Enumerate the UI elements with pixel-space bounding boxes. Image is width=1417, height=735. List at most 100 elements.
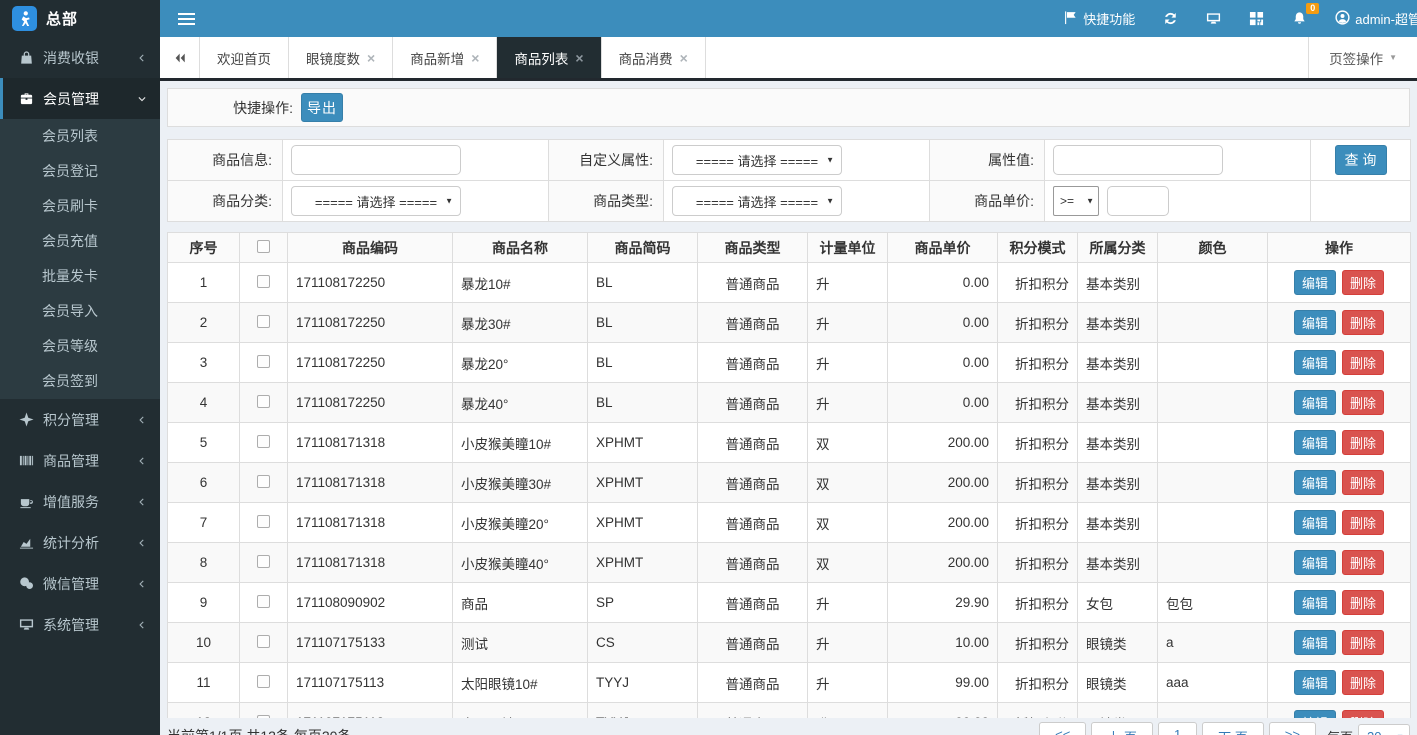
shopping-bag-icon (19, 50, 34, 65)
table-cell: 200.00 (888, 543, 998, 583)
close-icon[interactable]: × (367, 51, 375, 65)
sidebar-item-system-management[interactable]: 系统管理 (0, 604, 160, 645)
sidebar-subitem-member-import[interactable]: 会员导入 (0, 294, 160, 329)
row-checkbox[interactable] (257, 475, 270, 488)
table-cell (1158, 343, 1268, 383)
next-page-button[interactable]: 下 页 (1202, 722, 1264, 735)
edit-button[interactable]: 编辑 (1294, 470, 1336, 495)
page-size-select[interactable]: 20 ▼ (1358, 724, 1410, 735)
close-icon[interactable]: × (680, 51, 688, 65)
current-page[interactable]: 1 (1158, 722, 1197, 735)
sidebar-subitem-batch-card-issue[interactable]: 批量发卡 (0, 259, 160, 294)
star-icon (19, 412, 34, 427)
table-cell: 普通商品 (698, 583, 808, 623)
goods-category-select[interactable]: ===== 请选择 ===== ▼ (291, 186, 461, 216)
close-icon[interactable]: × (575, 51, 583, 65)
bell-icon[interactable]: 0 (1278, 0, 1321, 37)
edit-button[interactable]: 编辑 (1294, 270, 1336, 295)
row-checkbox[interactable] (257, 515, 270, 528)
row-checkbox[interactable] (257, 435, 270, 448)
attribute-value-input[interactable] (1053, 145, 1223, 175)
sidebar-subitem-member-checkin[interactable]: 会员签到 (0, 364, 160, 399)
tab-glasses-degree[interactable]: 眼镜度数× (289, 37, 393, 78)
sidebar-item-goods-management[interactable]: 商品管理 (0, 440, 160, 481)
delete-button[interactable]: 删除 (1342, 310, 1384, 335)
price-value-input[interactable] (1107, 186, 1169, 216)
delete-button[interactable]: 删除 (1342, 670, 1384, 695)
delete-button[interactable]: 删除 (1342, 590, 1384, 615)
edit-button[interactable]: 编辑 (1294, 390, 1336, 415)
table-cell: 小皮猴美瞳20° (453, 503, 588, 543)
edit-button[interactable]: 编辑 (1294, 510, 1336, 535)
table-cell: 基本类别 (1078, 303, 1158, 343)
edit-button[interactable]: 编辑 (1294, 630, 1336, 655)
table-cell: 99.00 (888, 663, 998, 703)
tab-goods-list[interactable]: 商品列表× (497, 37, 601, 78)
delete-button[interactable]: 删除 (1342, 550, 1384, 575)
hamburger-icon[interactable] (172, 0, 212, 37)
sidebar-subitem-member-recharge[interactable]: 会员充值 (0, 224, 160, 259)
sidebar-item-label: 积分管理 (43, 410, 137, 430)
row-checkbox[interactable] (257, 355, 270, 368)
sidebar-subitem-member-swipe-card[interactable]: 会员刷卡 (0, 189, 160, 224)
column-header: 商品编码 (288, 233, 453, 263)
sidebar-item-label: 商品管理 (43, 451, 137, 471)
app-logo[interactable]: 总部 (0, 0, 160, 37)
monitor-icon[interactable] (1192, 0, 1235, 37)
table-cell: BL (588, 303, 698, 343)
table-cell (1158, 303, 1268, 343)
edit-button[interactable]: 编辑 (1294, 430, 1336, 455)
edit-button[interactable]: 编辑 (1294, 310, 1336, 335)
row-checkbox[interactable] (257, 315, 270, 328)
sidebar-subitem-member-level[interactable]: 会员等级 (0, 329, 160, 364)
search-button[interactable]: 查 询 (1335, 145, 1387, 175)
row-checkbox[interactable] (257, 395, 270, 408)
org-name: 总部 (46, 8, 78, 29)
sidebar-item-wechat-management[interactable]: 微信管理 (0, 563, 160, 604)
quick-function-button[interactable]: 快捷功能 (1049, 0, 1149, 37)
price-operator-select[interactable]: >= ▼ (1053, 186, 1099, 216)
sidebar-subitem-member-register[interactable]: 会员登记 (0, 154, 160, 189)
row-checkbox[interactable] (257, 555, 270, 568)
tab-welcome[interactable]: 欢迎首页 (200, 37, 289, 78)
sidebar-item-statistics-analysis[interactable]: 统计分析 (0, 522, 160, 563)
last-page-button[interactable]: >> (1269, 722, 1316, 735)
delete-button[interactable]: 删除 (1342, 470, 1384, 495)
sidebar-subitem-member-list[interactable]: 会员列表 (0, 119, 160, 154)
custom-attribute-select[interactable]: ===== 请选择 ===== ▼ (672, 145, 842, 175)
refresh-icon[interactable] (1149, 0, 1192, 37)
close-icon[interactable]: × (471, 51, 479, 65)
delete-button[interactable]: 删除 (1342, 390, 1384, 415)
briefcase-icon (19, 91, 34, 106)
sidebar-item-member-management[interactable]: 会员管理 (0, 78, 160, 119)
qrcode-icon[interactable] (1235, 0, 1278, 37)
prev-page-button[interactable]: 上 页 (1091, 722, 1153, 735)
delete-button[interactable]: 删除 (1342, 630, 1384, 655)
select-all-checkbox[interactable] (257, 240, 270, 253)
delete-button[interactable]: 删除 (1342, 510, 1384, 535)
tab-collapse-button[interactable] (160, 37, 200, 78)
edit-button[interactable]: 编辑 (1294, 590, 1336, 615)
delete-button[interactable]: 删除 (1342, 350, 1384, 375)
tab-goods-consume[interactable]: 商品消费× (602, 37, 706, 78)
goods-type-select[interactable]: ===== 请选择 ===== ▼ (672, 186, 842, 216)
sidebar-item-points-management[interactable]: 积分管理 (0, 399, 160, 440)
edit-button[interactable]: 编辑 (1294, 670, 1336, 695)
edit-button[interactable]: 编辑 (1294, 550, 1336, 575)
table-cell: CS (588, 623, 698, 663)
export-button[interactable]: 导出 (301, 93, 343, 122)
delete-button[interactable]: 删除 (1342, 430, 1384, 455)
row-checkbox[interactable] (257, 635, 270, 648)
goods-info-input[interactable] (291, 145, 461, 175)
first-page-button[interactable]: << (1039, 722, 1086, 735)
sidebar-item-consume-cashier[interactable]: 消费收银 (0, 37, 160, 78)
delete-button[interactable]: 删除 (1342, 270, 1384, 295)
user-menu[interactable]: admin-超管 (1321, 0, 1417, 37)
edit-button[interactable]: 编辑 (1294, 350, 1336, 375)
sidebar-item-value-added-service[interactable]: 增值服务 (0, 481, 160, 522)
tab-goods-add[interactable]: 商品新增× (393, 37, 497, 78)
row-checkbox[interactable] (257, 675, 270, 688)
row-checkbox[interactable] (257, 275, 270, 288)
row-checkbox[interactable] (257, 595, 270, 608)
tab-operations-dropdown[interactable]: 页签操作 ▼ (1308, 37, 1417, 78)
